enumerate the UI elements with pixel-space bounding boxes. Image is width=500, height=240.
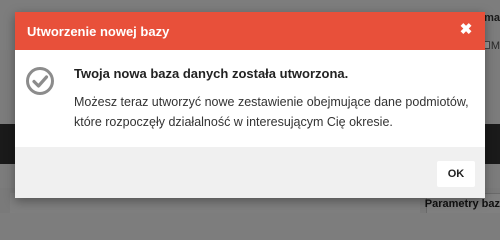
- ok-button[interactable]: OK: [437, 161, 475, 187]
- success-dialog: Utworzenie nowej bazy ✖ Twoja nowa baza …: [15, 12, 485, 198]
- background-top-right-text: ma: [484, 12, 500, 24]
- message-title: Twoja nowa baza danych została utworzona…: [74, 66, 349, 81]
- dialog-body: Twoja nowa baza danych została utworzona…: [15, 50, 485, 147]
- background-small-text: M: [490, 40, 500, 52]
- message-line-2: które rozpoczęły działalność w interesuj…: [74, 115, 393, 129]
- dialog-footer: OK: [15, 147, 485, 198]
- check-circle-icon: [26, 67, 54, 95]
- close-icon[interactable]: ✖: [459, 22, 473, 38]
- background-params-label: Parametry baz: [424, 198, 500, 210]
- message-line-1: Możesz teraz utworzyć nowe zestawienie o…: [74, 95, 469, 109]
- dialog-title: Utworzenie nowej bazy: [27, 24, 170, 39]
- dialog-header: Utworzenie nowej bazy ✖: [15, 12, 485, 50]
